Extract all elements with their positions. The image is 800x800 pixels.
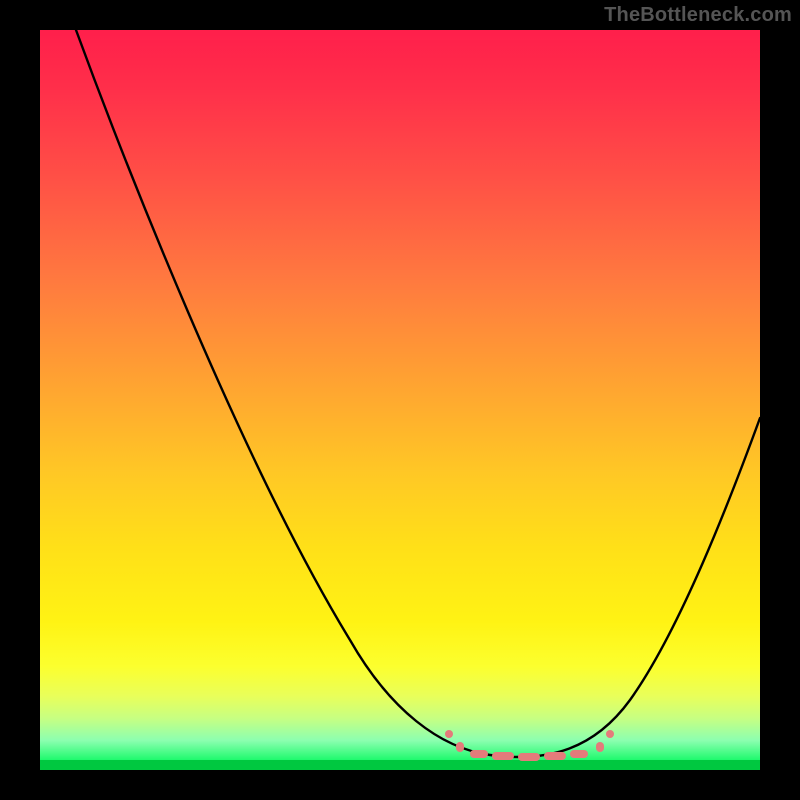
watermark-text: TheBottleneck.com <box>604 4 792 27</box>
bottleneck-curve <box>76 30 760 757</box>
chart-frame: TheBottleneck.com <box>0 0 800 800</box>
plot-area <box>40 30 760 770</box>
curve-svg <box>40 30 760 770</box>
